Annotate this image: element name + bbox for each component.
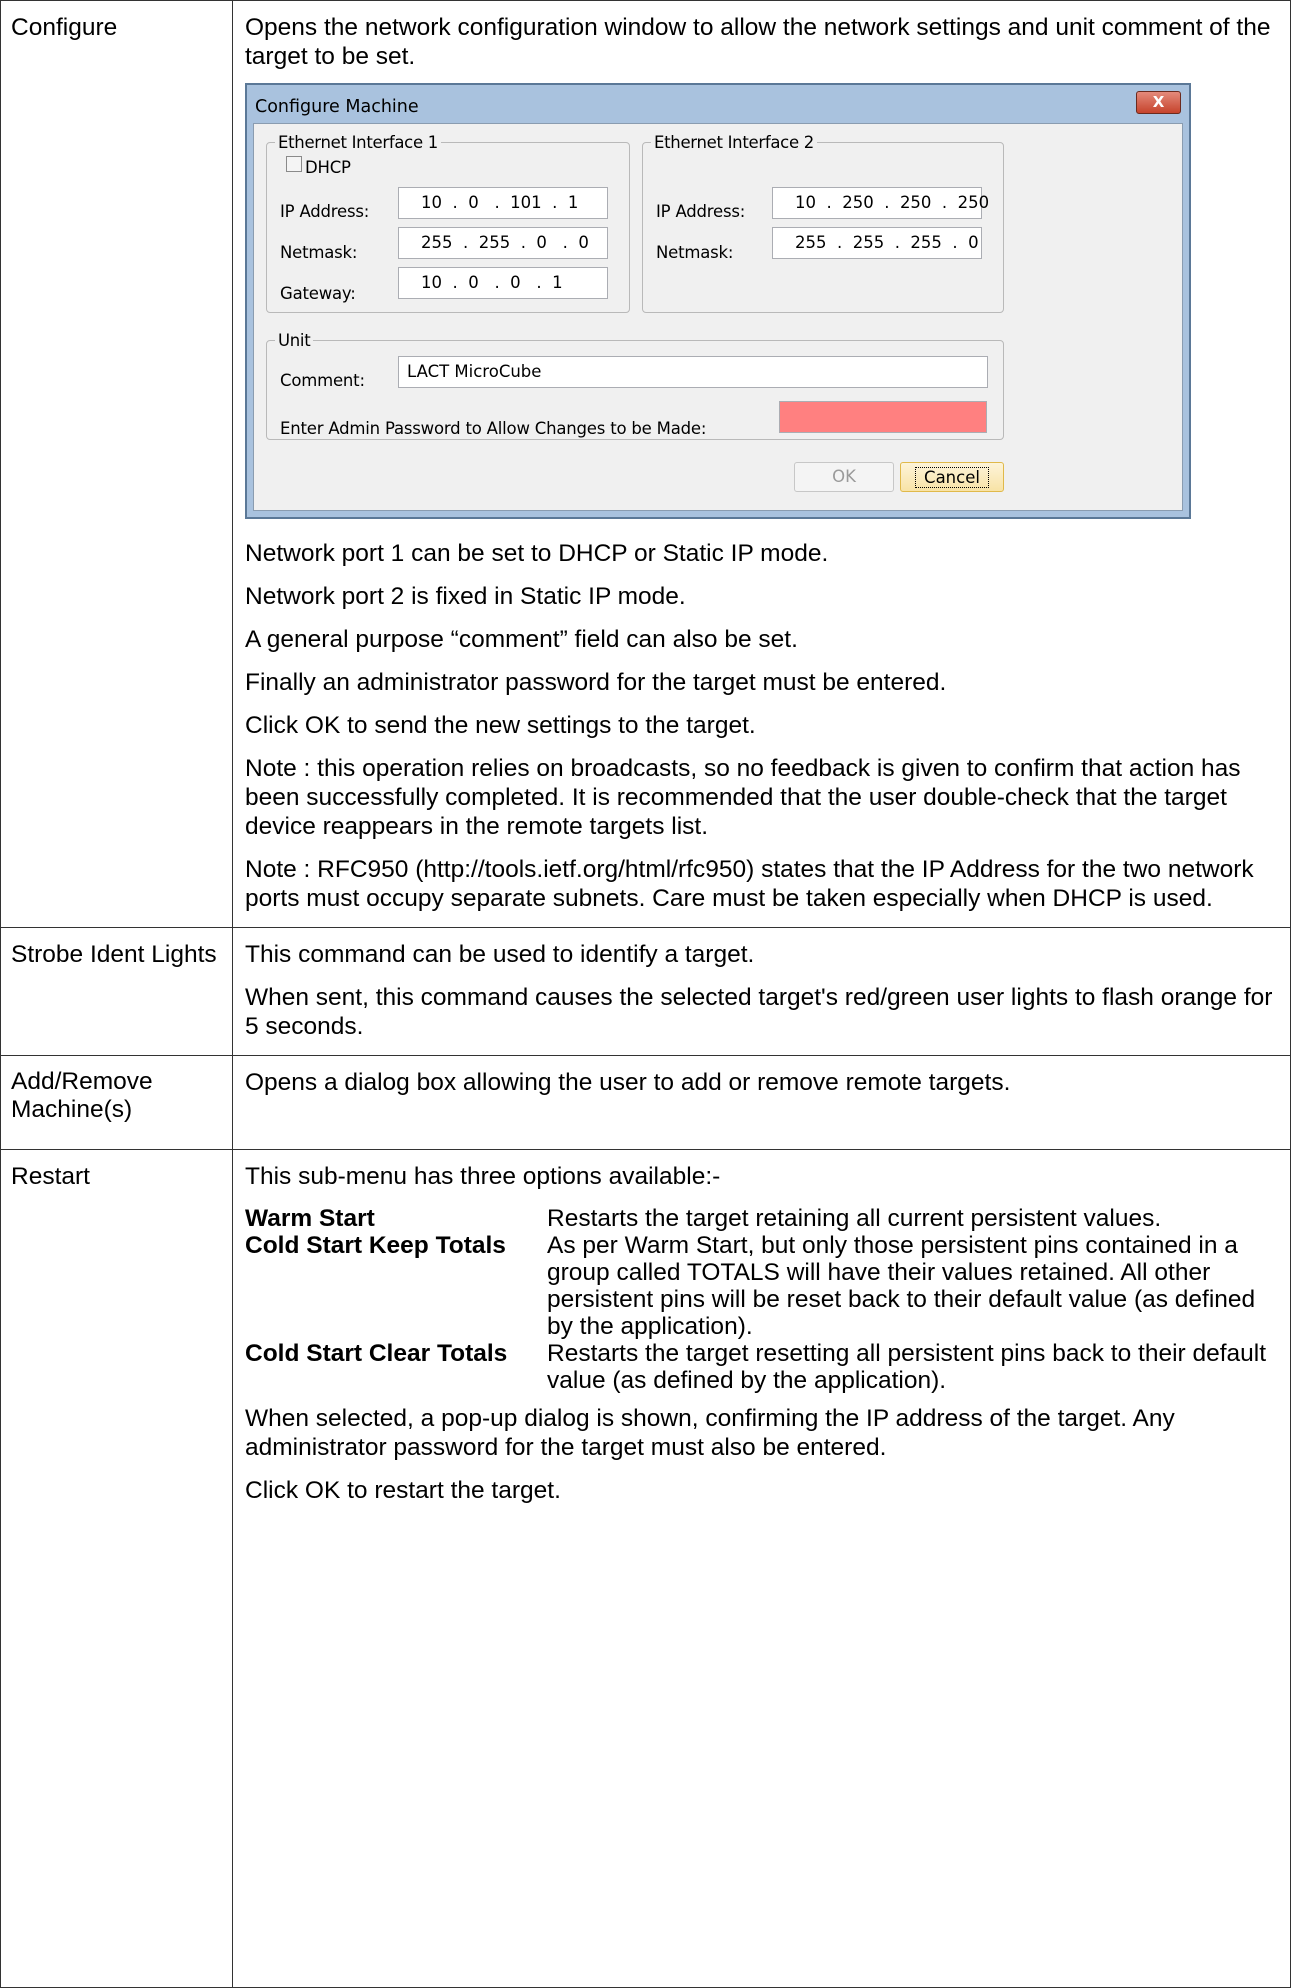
comment-field[interactable]: LACT MicroCube [398, 356, 988, 388]
cancel-label: Cancel [915, 467, 989, 488]
command-table: Configure Opens the network configuratio… [0, 0, 1291, 1988]
paragraph: Network port 1 can be set to DHCP or Sta… [245, 540, 829, 567]
netmask-label: Netmask: [280, 243, 358, 262]
list-item: Cold Start Clear Totals Restarts the tar… [245, 1340, 1280, 1394]
paragraph: Finally an administrator password for th… [245, 669, 947, 696]
paragraph: When selected, a pop-up dialog is shown,… [245, 1405, 1175, 1461]
eth2-ip-address-field[interactable]: 10 . 250 . 250 . 250 [772, 187, 989, 219]
netmask-label: Netmask: [656, 243, 734, 262]
configure-machine-dialog: Configure Machine X Ethernet Interface 1… [245, 83, 1191, 519]
group-legend: Unit [278, 331, 311, 350]
paragraph: Click OK to send the new settings to the… [245, 712, 756, 739]
ip-address-label: IP Address: [280, 202, 370, 221]
paragraph: Opens the network configuration window t… [245, 14, 1271, 70]
table-row-add-remove: Add/Remove Machine(s) Opens a dialog box… [0, 1055, 1291, 1150]
table-row-restart: Restart This sub-menu has three options … [0, 1149, 1291, 1988]
eth1-netmask-field[interactable]: 255 . 255 . 0 . 0 [398, 227, 608, 259]
comment-label: Comment: [280, 371, 365, 390]
option-name: Cold Start Keep Totals [245, 1232, 506, 1259]
paragraph: Network port 2 is fixed in Static IP mod… [245, 583, 686, 610]
table-row-strobe: Strobe Ident Lights This command can be … [0, 927, 1291, 1056]
command-description: Opens a dialog box allowing the user to … [232, 1055, 1291, 1150]
eth2-netmask-field[interactable]: 255 . 255 . 255 . 0 [772, 227, 982, 259]
command-description: Opens the network configuration window t… [232, 0, 1291, 928]
command-description: This command can be used to identify a t… [232, 927, 1291, 1056]
paragraph: When sent, this command causes the selec… [245, 984, 1273, 1040]
command-label: Restart [0, 1149, 233, 1988]
paragraph: Note : RFC950 (http://tools.ietf.org/htm… [245, 856, 1254, 912]
command-label: Configure [0, 0, 233, 928]
restart-options: Warm Start Restarts the target retaining… [245, 1205, 1280, 1394]
table-row-configure: Configure Opens the network configuratio… [0, 0, 1291, 928]
list-item: Warm Start Restarts the target retaining… [245, 1205, 1280, 1232]
eth1-ip-address-field[interactable]: 10 . 0 . 101 . 1 [398, 187, 608, 219]
ok-button[interactable]: OK [794, 462, 894, 492]
option-name: Warm Start [245, 1205, 375, 1232]
ip-address-label: IP Address: [656, 202, 746, 221]
dialog-title: Configure Machine [255, 97, 419, 117]
command-label: Strobe Ident Lights [0, 927, 233, 1056]
group-legend: Ethernet Interface 1 [278, 133, 438, 152]
admin-password-label: Enter Admin Password to Allow Changes to… [280, 419, 707, 438]
admin-password-field[interactable] [779, 401, 987, 433]
gateway-label: Gateway: [280, 284, 356, 303]
option-description: Restarts the target retaining all curren… [547, 1205, 1162, 1232]
option-description: Restarts the target resetting all persis… [547, 1340, 1267, 1394]
paragraph: This command can be used to identify a t… [245, 941, 755, 968]
option-description: As per Warm Start, but only those persis… [547, 1232, 1256, 1340]
paragraph: Click OK to restart the target. [245, 1477, 561, 1504]
dhcp-label: DHCP [305, 158, 351, 177]
command-label: Add/Remove Machine(s) [0, 1055, 233, 1150]
dhcp-checkbox[interactable] [286, 156, 302, 172]
paragraph: This sub-menu has three options availabl… [245, 1163, 721, 1190]
option-name: Cold Start Clear Totals [245, 1340, 508, 1367]
paragraph: Note : this operation relies on broadcas… [245, 755, 1241, 840]
eth1-gateway-field[interactable]: 10 . 0 . 0 . 1 [398, 267, 608, 299]
close-icon[interactable]: X [1136, 91, 1181, 114]
cancel-button[interactable]: Cancel [900, 462, 1004, 492]
paragraph: Opens a dialog box allowing the user to … [245, 1069, 1011, 1096]
dialog-body: Ethernet Interface 1 DHCP IP Address: 10… [253, 123, 1183, 511]
list-item: Cold Start Keep Totals As per Warm Start… [245, 1232, 1280, 1340]
paragraph: A general purpose “comment” field can al… [245, 626, 798, 653]
group-legend: Ethernet Interface 2 [654, 133, 814, 152]
command-description: This sub-menu has three options availabl… [232, 1149, 1291, 1988]
